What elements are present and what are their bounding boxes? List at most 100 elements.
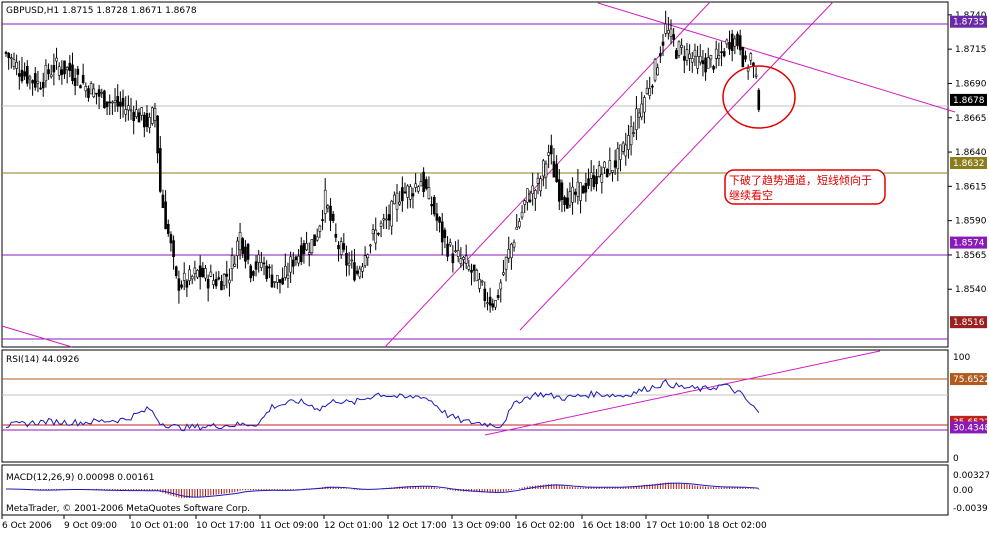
candle-body [698,56,702,63]
candle-body [238,231,242,251]
candle-body [345,253,348,266]
candle-body [483,288,487,302]
time-label: 6 Oct 2006 [2,521,52,531]
chart-canvas[interactable]: GBPUSD,H1 1.8715 1.8728 1.8671 1.8678 下破… [0,0,989,556]
macd-tick-bottom: -0.0039 [953,504,988,514]
candle-body [81,74,85,83]
candle-body [448,242,452,246]
candle-body [286,274,290,279]
candle-body [427,187,431,200]
candle-body [472,264,476,271]
candle-body [220,280,223,291]
candle-body [137,112,141,123]
candle-body [749,53,753,61]
annotation-line1: 下破了趋势通道，短线倾向于 [729,173,872,187]
candle-body [33,73,37,88]
candle-body [667,30,670,34]
candle-body [568,191,572,206]
price-level-tag-label: 1.8735 [953,18,985,28]
candle-body [395,192,399,210]
candle-body [377,232,380,235]
candle-body [526,188,529,203]
candle-body [475,269,479,282]
candle-body [212,280,215,285]
candle-body [371,229,375,235]
price-tick-label: 1.8665 [955,114,987,124]
candle-body [406,185,409,198]
candle-body [648,88,652,96]
candle-body [659,53,662,57]
candle-body [656,67,660,76]
macd-tick-zero: 0.00 [953,486,973,496]
candle-body [462,257,465,260]
candle-body [714,48,718,59]
candle-body [398,201,401,205]
candle-body [701,60,705,65]
candle-body [693,49,697,57]
candle-body [565,197,569,209]
candle-body [145,113,149,127]
price-tick-label: 1.8640 [955,148,987,158]
candle-body [549,145,553,155]
candle-body [640,103,644,118]
candle-body [539,178,542,192]
time-label: 18 Oct 02:00 [708,521,767,531]
candle-body [153,108,157,121]
candle-body [121,97,125,107]
candle-body [459,258,463,264]
time-label: 12 Oct 17:00 [388,521,447,531]
candle-body [268,266,271,269]
candle-body [329,205,332,221]
candle-body [283,266,287,278]
candle-body [188,269,191,281]
candle-body [531,185,534,194]
candle-body [730,33,734,52]
candle-body [597,165,601,177]
candle-body [576,181,580,197]
candle-body [675,50,678,59]
candle-body [387,214,391,221]
candle-body [677,41,681,56]
main-header: GBPUSD,H1 1.8715 1.8728 1.8671 1.8678 [6,6,197,16]
candle-body [244,246,247,262]
candle-body [443,229,447,238]
candle-body [97,89,101,97]
candle-body [712,66,715,70]
candle-body [690,58,694,63]
candle-body [166,223,170,234]
candle-body [206,279,210,289]
price-level-tags: 1.8735 1.8678 1.8632 1.8574 1.8516 [950,15,987,329]
candle-body [334,233,338,238]
price-tick-label: 1.8540 [955,285,987,295]
candle-body [632,132,636,134]
candle-body [616,148,620,170]
candle-body [297,255,300,264]
candle-body [108,101,112,104]
candle-body [419,181,423,187]
time-label: 17 Oct 10:00 [646,521,705,531]
candle-body [515,226,519,230]
candle-body [111,101,114,104]
candle-body [637,112,641,118]
candle-body [518,221,521,228]
candle-body [470,269,473,273]
candle-body [342,243,346,250]
candle-body [587,178,590,186]
candle-body [752,62,755,67]
time-label: 9 Oct 09:00 [64,521,117,531]
rsi-level-tag-label: 30.4348 [953,423,989,433]
candle-body [680,45,683,48]
candle-body [41,81,45,89]
candle-body [467,265,471,270]
candle-body [355,270,359,274]
candle-body [672,34,675,40]
candle-body [169,234,173,244]
candle-body [193,267,197,274]
candle-body [302,243,306,255]
candle-body [161,194,165,208]
time-label: 13 Oct 09:00 [452,521,511,531]
candle-body [257,254,261,263]
candle-body [653,59,657,81]
candle-body [201,267,205,277]
candle-body [190,276,194,280]
